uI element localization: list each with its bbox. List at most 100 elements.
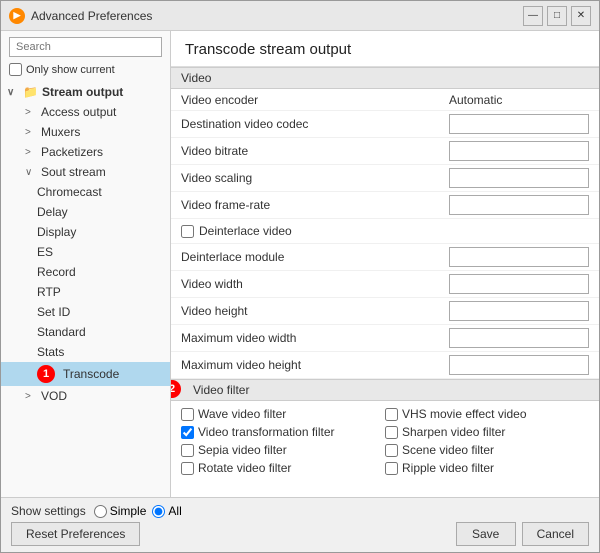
- window-title: Advanced Preferences: [31, 9, 152, 23]
- sharpen-filter-checkbox[interactable]: [385, 426, 398, 439]
- filter-item-sepia: Sepia video filter: [181, 441, 385, 459]
- filter-item-scene: Scene video filter: [385, 441, 589, 459]
- deinterlace-checkbox[interactable]: [181, 225, 194, 238]
- scene-filter-label: Scene video filter: [402, 443, 494, 457]
- sidebar-item-es-label: ES: [37, 245, 53, 259]
- sidebar-item-packetizers[interactable]: > Packetizers: [1, 142, 170, 162]
- sidebar-item-display-label: Display: [37, 225, 76, 239]
- video-scaling-input[interactable]: [449, 168, 589, 188]
- setting-row-deinterlace: Deinterlace video: [171, 219, 599, 244]
- expander-muxers: >: [25, 127, 37, 138]
- sidebar-item-standard[interactable]: Standard: [1, 322, 170, 342]
- sidebar-item-access-output-label: Access output: [41, 105, 116, 119]
- video-bitrate-label: Video bitrate: [181, 144, 449, 158]
- deinterlace-checkbox-row: Deinterlace video: [181, 222, 292, 240]
- max-video-height-input[interactable]: [449, 355, 589, 375]
- expander-access-output: >: [25, 107, 37, 118]
- setting-row-video-framerate: Video frame-rate: [171, 192, 599, 219]
- filter-item-vhs: VHS movie effect video: [385, 405, 589, 423]
- sidebar-item-es[interactable]: ES: [1, 242, 170, 262]
- cancel-button[interactable]: Cancel: [522, 522, 589, 546]
- reset-preferences-button[interactable]: Reset Preferences: [11, 522, 140, 546]
- video-scaling-label: Video scaling: [181, 171, 449, 185]
- setting-row-video-height: Video height: [171, 298, 599, 325]
- sidebar-item-rtp[interactable]: RTP: [1, 282, 170, 302]
- show-settings-label: Show settings: [11, 504, 86, 518]
- filter-item-ripple: Ripple video filter: [385, 459, 589, 477]
- only-show-current-row: Only show current: [9, 63, 162, 76]
- sidebar-item-packetizers-label: Packetizers: [41, 145, 103, 159]
- all-radio[interactable]: [152, 505, 165, 518]
- sidebar-item-chromecast[interactable]: Chromecast: [1, 182, 170, 202]
- ripple-filter-label: Ripple video filter: [402, 461, 494, 475]
- setting-row-video-width: Video width: [171, 271, 599, 298]
- video-bitrate-input[interactable]: [449, 141, 589, 161]
- setting-row-video-bitrate: Video bitrate: [171, 138, 599, 165]
- sidebar-item-chromecast-label: Chromecast: [37, 185, 102, 199]
- video-height-input[interactable]: [449, 301, 589, 321]
- close-button[interactable]: ✕: [571, 6, 591, 26]
- sidebar-item-access-output[interactable]: > Access output: [1, 102, 170, 122]
- scene-filter-checkbox[interactable]: [385, 444, 398, 457]
- search-input[interactable]: [9, 37, 162, 57]
- video-height-label: Video height: [181, 304, 449, 318]
- vhs-filter-checkbox[interactable]: [385, 408, 398, 421]
- transformation-filter-checkbox[interactable]: [181, 426, 194, 439]
- setting-row-dest-codec: Destination video codec: [171, 111, 599, 138]
- maximize-button[interactable]: □: [547, 6, 567, 26]
- filter-item-rotate: Rotate video filter: [181, 459, 385, 477]
- deinterlace-module-label: Deinterlace module: [181, 250, 449, 264]
- sidebar-item-stream-output-icon: 📁: [23, 85, 38, 99]
- video-framerate-input[interactable]: [449, 195, 589, 215]
- vlc-icon: ▶: [9, 8, 25, 24]
- sidebar-item-record[interactable]: Record: [1, 262, 170, 282]
- dest-codec-label: Destination video codec: [181, 117, 449, 131]
- title-bar-left: ▶ Advanced Preferences: [9, 8, 152, 24]
- ripple-filter-checkbox[interactable]: [385, 462, 398, 475]
- rotate-filter-label: Rotate video filter: [198, 461, 291, 475]
- expander-stream-output: ∨: [7, 87, 19, 98]
- deinterlace-label: Deinterlace video: [199, 224, 292, 238]
- filter-item-sharpen: Sharpen video filter: [385, 423, 589, 441]
- sidebar-item-display[interactable]: Display: [1, 222, 170, 242]
- video-section-header: Video: [171, 67, 599, 89]
- left-panel: Only show current ∨ 📁 Stream output > Ac…: [1, 31, 171, 497]
- dest-codec-input[interactable]: [449, 114, 589, 134]
- expander-packetizers: >: [25, 147, 37, 158]
- transformation-filter-label: Video transformation filter: [198, 425, 335, 439]
- bottom-bar: Show settings Simple All Reset Preferenc…: [1, 497, 599, 552]
- simple-radio[interactable]: [94, 505, 107, 518]
- only-show-current-checkbox[interactable]: [9, 63, 22, 76]
- main-window: ▶ Advanced Preferences — □ ✕ Only show c…: [0, 0, 600, 553]
- max-video-width-input[interactable]: [449, 328, 589, 348]
- sidebar-item-stats[interactable]: Stats: [1, 342, 170, 362]
- sidebar-item-delay[interactable]: Delay: [1, 202, 170, 222]
- expander-vod: >: [25, 391, 37, 402]
- sidebar-item-stream-output[interactable]: ∨ 📁 Stream output: [1, 82, 170, 102]
- sharpen-filter-label: Sharpen video filter: [402, 425, 505, 439]
- radio-option-simple: Simple: [94, 504, 147, 518]
- expander-sout-stream: ∨: [25, 167, 37, 178]
- video-width-input[interactable]: [449, 274, 589, 294]
- sidebar-item-muxers[interactable]: > Muxers: [1, 122, 170, 142]
- wave-filter-label: Wave video filter: [198, 407, 286, 421]
- sidebar-item-sout-stream-label: Sout stream: [41, 165, 106, 179]
- deinterlace-module-input[interactable]: [449, 247, 589, 267]
- sidebar-item-transcode[interactable]: 1 Transcode: [1, 362, 170, 386]
- sidebar-item-sout-stream[interactable]: ∨ Sout stream: [1, 162, 170, 182]
- sidebar-item-muxers-label: Muxers: [41, 125, 80, 139]
- page-title: Transcode stream output: [185, 41, 351, 58]
- sepia-filter-checkbox[interactable]: [181, 444, 194, 457]
- simple-radio-label: Simple: [110, 504, 147, 518]
- setting-row-max-video-height: Maximum video height: [171, 352, 599, 379]
- all-radio-label: All: [168, 504, 181, 518]
- rotate-filter-checkbox[interactable]: [181, 462, 194, 475]
- save-button[interactable]: Save: [456, 522, 516, 546]
- setting-row-max-video-width: Maximum video width: [171, 325, 599, 352]
- sidebar-item-vod[interactable]: > VOD: [1, 386, 170, 406]
- wave-filter-checkbox[interactable]: [181, 408, 194, 421]
- sidebar-item-set-id[interactable]: Set ID: [1, 302, 170, 322]
- video-framerate-label: Video frame-rate: [181, 198, 449, 212]
- tree: ∨ 📁 Stream output > Access output > Muxe…: [1, 82, 170, 497]
- minimize-button[interactable]: —: [523, 6, 543, 26]
